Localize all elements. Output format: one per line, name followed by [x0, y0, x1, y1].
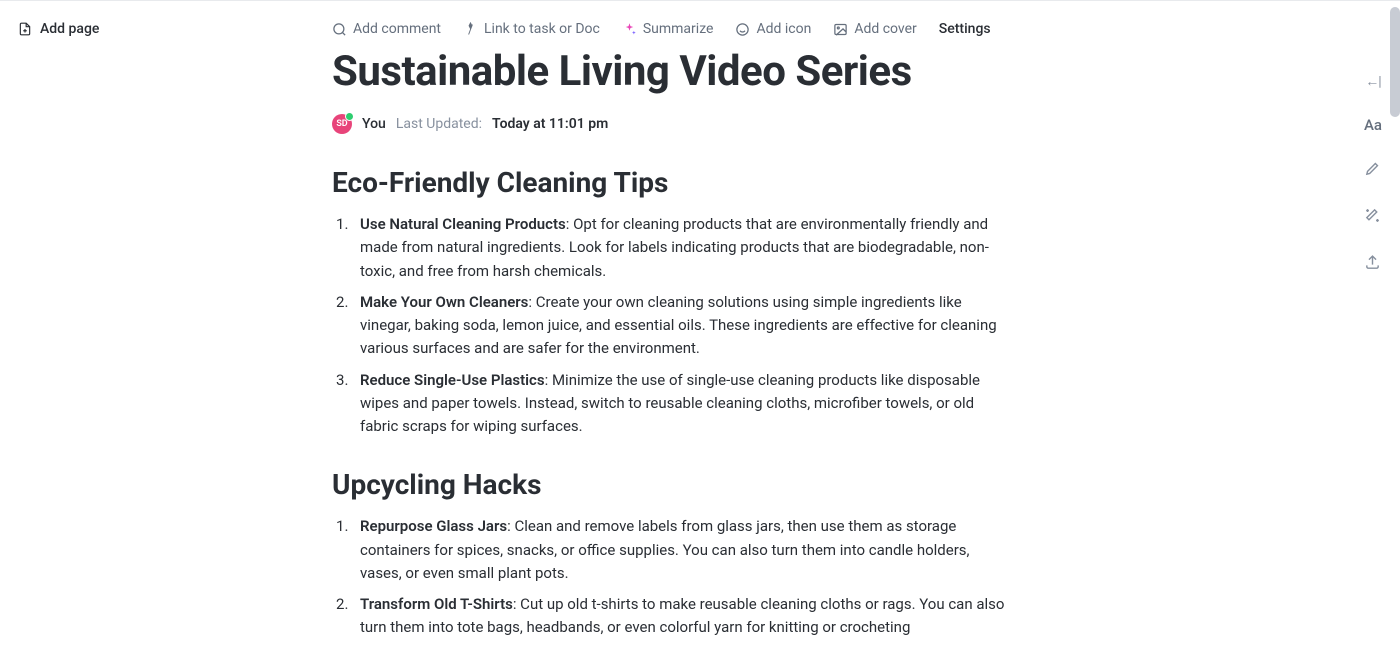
link-task-label: Link to task or Doc [484, 21, 600, 37]
avatar[interactable]: SD [332, 114, 352, 134]
page-title: Sustainable Living Video Series [332, 47, 1012, 96]
add-icon-button[interactable]: Add icon [735, 21, 811, 37]
add-cover-button[interactable]: Add cover [833, 21, 916, 37]
scrollbar[interactable] [1390, 7, 1400, 117]
main-content: Add comment Link to task or Doc Summariz… [332, 1, 1012, 670]
typography-button[interactable]: Aa [1364, 116, 1382, 134]
updated-time: Today at 11:01 pm [492, 116, 608, 132]
add-page-label: Add page [40, 21, 99, 37]
settings-button[interactable]: Settings [939, 21, 991, 37]
author-name: You [362, 116, 386, 132]
share-button[interactable] [1364, 254, 1381, 275]
emoji-icon [735, 22, 750, 37]
add-page-button[interactable]: Add page [18, 21, 282, 37]
list-item: Make Your Own Cleaners: Create your own … [332, 291, 1012, 361]
collapse-button[interactable]: ←| [1365, 71, 1380, 90]
section-heading: Upcycling Hacks [332, 468, 1012, 501]
list-item: Repurpose Glass Jars: Clean and remove l… [332, 515, 1012, 585]
upload-icon [1364, 254, 1381, 271]
summarize-button[interactable]: Summarize [622, 21, 714, 37]
settings-label: Settings [939, 21, 991, 37]
page-meta: SD You Last Updated: Today at 11:01 pm [332, 114, 1012, 134]
page-toolbar: Add comment Link to task or Doc Summariz… [332, 21, 1012, 37]
list-item: Transform Old T-Shirts: Cut up old t-shi… [332, 593, 1012, 640]
collapse-icon: ←| [1365, 74, 1380, 90]
link-icon [463, 22, 478, 37]
typography-icon: Aa [1364, 116, 1382, 134]
style-button[interactable] [1364, 160, 1381, 181]
sidebar: Add page [0, 1, 300, 57]
link-task-button[interactable]: Link to task or Doc [463, 21, 600, 37]
list-upcycle: Repurpose Glass Jars: Clean and remove l… [332, 515, 1012, 639]
comment-icon [332, 22, 347, 37]
list-item: Use Natural Cleaning Products: Opt for c… [332, 213, 1012, 283]
add-comment-label: Add comment [353, 21, 441, 37]
section-heading: Eco-Friendly Cleaning Tips [332, 166, 1012, 199]
right-tool-rail: ←| Aa [1364, 71, 1382, 275]
image-icon [833, 22, 848, 37]
sparkle-icon [622, 22, 637, 37]
add-cover-label: Add cover [854, 21, 916, 37]
add-comment-button[interactable]: Add comment [332, 21, 441, 37]
list-eco: Use Natural Cleaning Products: Opt for c… [332, 213, 1012, 438]
add-icon-label: Add icon [756, 21, 811, 37]
wand-icon [1364, 207, 1381, 224]
add-page-icon [18, 22, 32, 36]
list-item: Reduce Single-Use Plastics: Minimize the… [332, 369, 1012, 439]
updated-label: Last Updated: [396, 116, 482, 132]
summarize-label: Summarize [643, 21, 714, 37]
magic-button[interactable] [1364, 207, 1381, 228]
pencil-icon [1364, 160, 1381, 177]
